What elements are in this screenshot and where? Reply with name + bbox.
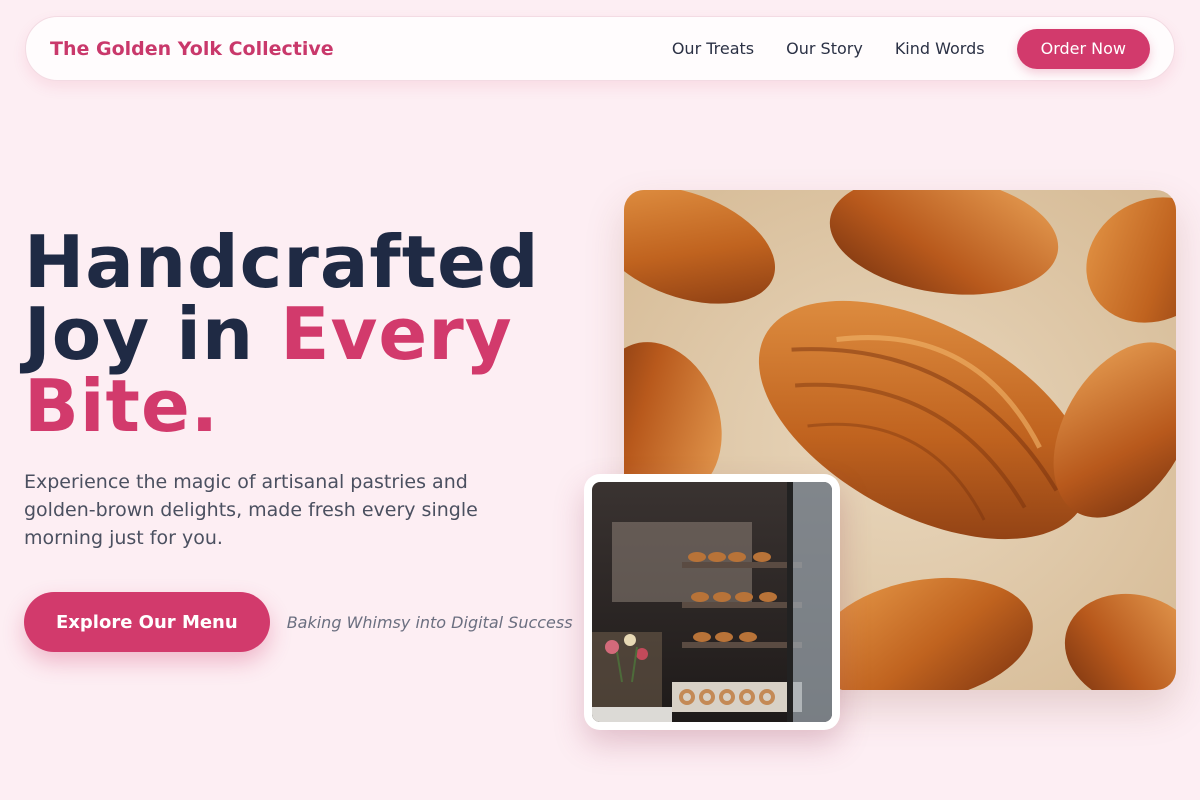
nav-link-kind-words[interactable]: Kind Words bbox=[895, 39, 985, 58]
landing-page: The Golden Yolk Collective Our Treats Ou… bbox=[0, 0, 1200, 800]
hero-tagline: Baking Whimsy into Digital Success bbox=[286, 612, 573, 632]
bakery-display-illustration bbox=[592, 482, 832, 722]
bakery-display-photo-frame bbox=[592, 482, 832, 722]
order-now-button[interactable]: Order Now bbox=[1016, 28, 1150, 69]
hero-subtext: Experience the magic of artisanal pastri… bbox=[24, 471, 478, 549]
headline-accent-bite: Bite. bbox=[24, 364, 220, 448]
brand-logo-text[interactable]: The Golden Yolk Collective bbox=[50, 38, 334, 60]
hero-cta-row: Explore Our Menu Baking Whimsy into Digi… bbox=[24, 592, 573, 652]
explore-menu-button[interactable]: Explore Our Menu bbox=[24, 592, 270, 652]
headline-accent-every: Every bbox=[280, 292, 513, 376]
nav-links: Our Treats Our Story Kind Words Order No… bbox=[640, 28, 1150, 69]
bakery-display-image bbox=[584, 474, 840, 730]
hero-headline: Handcrafted Joy in Every Bite. bbox=[24, 226, 604, 442]
nav-link-our-story[interactable]: Our Story bbox=[786, 39, 863, 58]
navbar: The Golden Yolk Collective Our Treats Ou… bbox=[25, 16, 1175, 81]
nav-link-our-treats[interactable]: Our Treats bbox=[672, 39, 754, 58]
